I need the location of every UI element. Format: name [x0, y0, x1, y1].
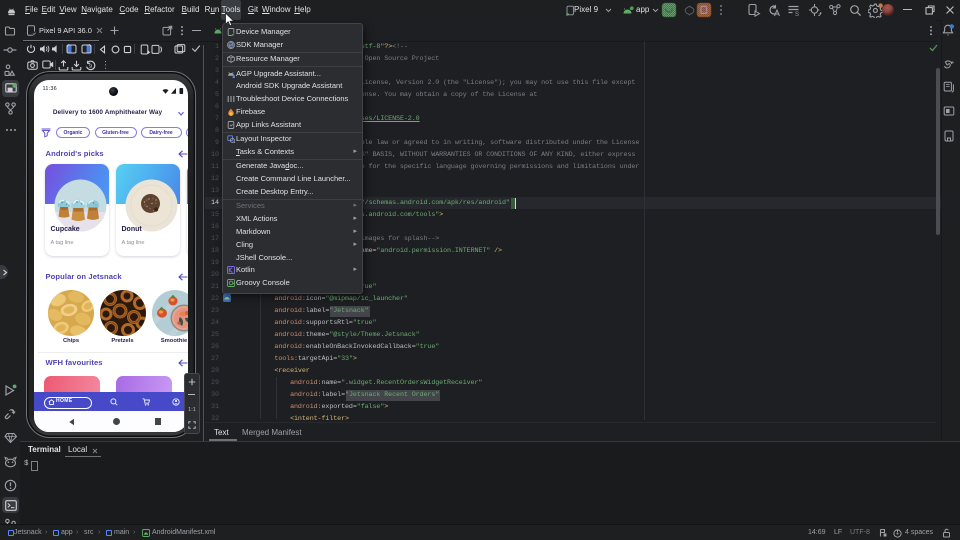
- svg-text:S: S: [795, 12, 799, 17]
- svg-text:9: 9: [89, 64, 92, 70]
